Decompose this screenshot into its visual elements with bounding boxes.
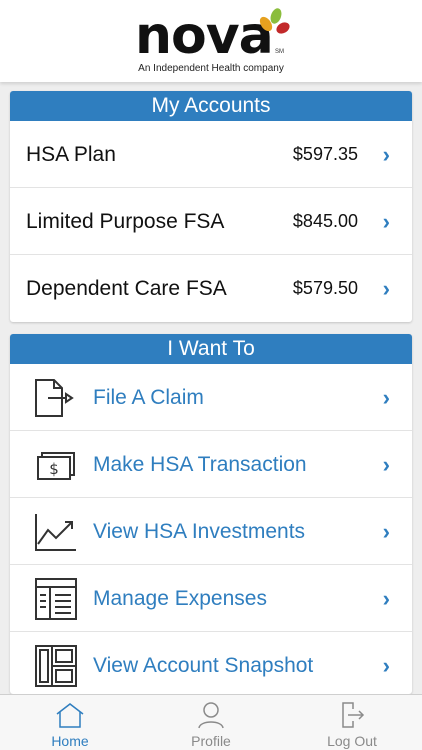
- account-name: Limited Purpose FSA: [26, 210, 225, 233]
- chevron-right-icon: ›: [382, 452, 390, 477]
- tab-label: Log Out: [327, 733, 377, 749]
- account-name: Dependent Care FSA: [26, 277, 227, 300]
- action-label: Make HSA Transaction: [93, 453, 307, 476]
- action-label: Manage Expenses: [93, 587, 267, 610]
- chevron-right-icon: ›: [382, 276, 390, 301]
- account-row-hsa[interactable]: HSA Plan $597.35 ›: [10, 121, 412, 188]
- account-row-limited-fsa[interactable]: Limited Purpose FSA $845.00 ›: [10, 188, 412, 255]
- accounts-card-title: My Accounts: [10, 91, 412, 121]
- tab-label: Home: [51, 733, 89, 749]
- snapshot-grid-icon: [35, 645, 77, 687]
- chart-line-icon: [35, 514, 76, 551]
- action-label: File A Claim: [93, 386, 204, 409]
- actions-card: I Want To File A Claim › $ Make HSA Tran…: [10, 334, 412, 694]
- logout-icon: [342, 702, 365, 728]
- chevron-right-icon: ›: [382, 586, 390, 611]
- money-icon: $: [37, 452, 75, 480]
- account-balance: $845.00: [292, 211, 358, 231]
- tab-home[interactable]: Home: [0, 695, 140, 750]
- file-claim-icon: [35, 379, 74, 417]
- logo-leaves-icon: [259, 8, 290, 34]
- expenses-list-icon: [35, 578, 77, 620]
- chevron-right-icon: ›: [382, 209, 390, 234]
- tab-label: Profile: [191, 733, 231, 749]
- chevron-right-icon: ›: [382, 385, 390, 410]
- profile-icon: [198, 702, 224, 729]
- account-balance: $597.35: [292, 144, 358, 164]
- action-manage-expenses[interactable]: Manage Expenses ›: [10, 565, 412, 632]
- action-file-claim[interactable]: File A Claim ›: [10, 364, 412, 431]
- account-name: HSA Plan: [26, 143, 116, 166]
- account-row-dependent-care[interactable]: Dependent Care FSA $579.50 ›: [10, 255, 412, 322]
- bottom-tab-bar: Home Profile Log Out: [0, 694, 422, 750]
- action-hsa-transaction[interactable]: $ Make HSA Transaction ›: [10, 431, 412, 498]
- brand-tagline: An Independent Health company: [138, 63, 284, 74]
- action-account-snapshot[interactable]: View Account Snapshot ›: [10, 632, 412, 694]
- accounts-card: My Accounts HSA Plan $597.35 › Limited P…: [10, 91, 412, 322]
- action-label: View Account Snapshot: [93, 654, 314, 677]
- action-label: View HSA Investments: [93, 520, 306, 543]
- svg-text:$: $: [49, 460, 59, 478]
- service-mark: SM: [275, 49, 284, 55]
- tab-logout[interactable]: Log Out: [282, 695, 422, 750]
- chevron-right-icon: ›: [382, 519, 390, 544]
- account-balance: $579.50: [292, 278, 358, 298]
- actions-card-title: I Want To: [10, 334, 412, 364]
- action-hsa-investments[interactable]: View HSA Investments ›: [10, 498, 412, 565]
- chevron-right-icon: ›: [382, 142, 390, 167]
- home-icon: [56, 703, 84, 728]
- tab-profile[interactable]: Profile: [141, 695, 281, 750]
- app-header: nova SM An Independent Health company: [0, 0, 422, 82]
- chevron-right-icon: ›: [382, 653, 390, 678]
